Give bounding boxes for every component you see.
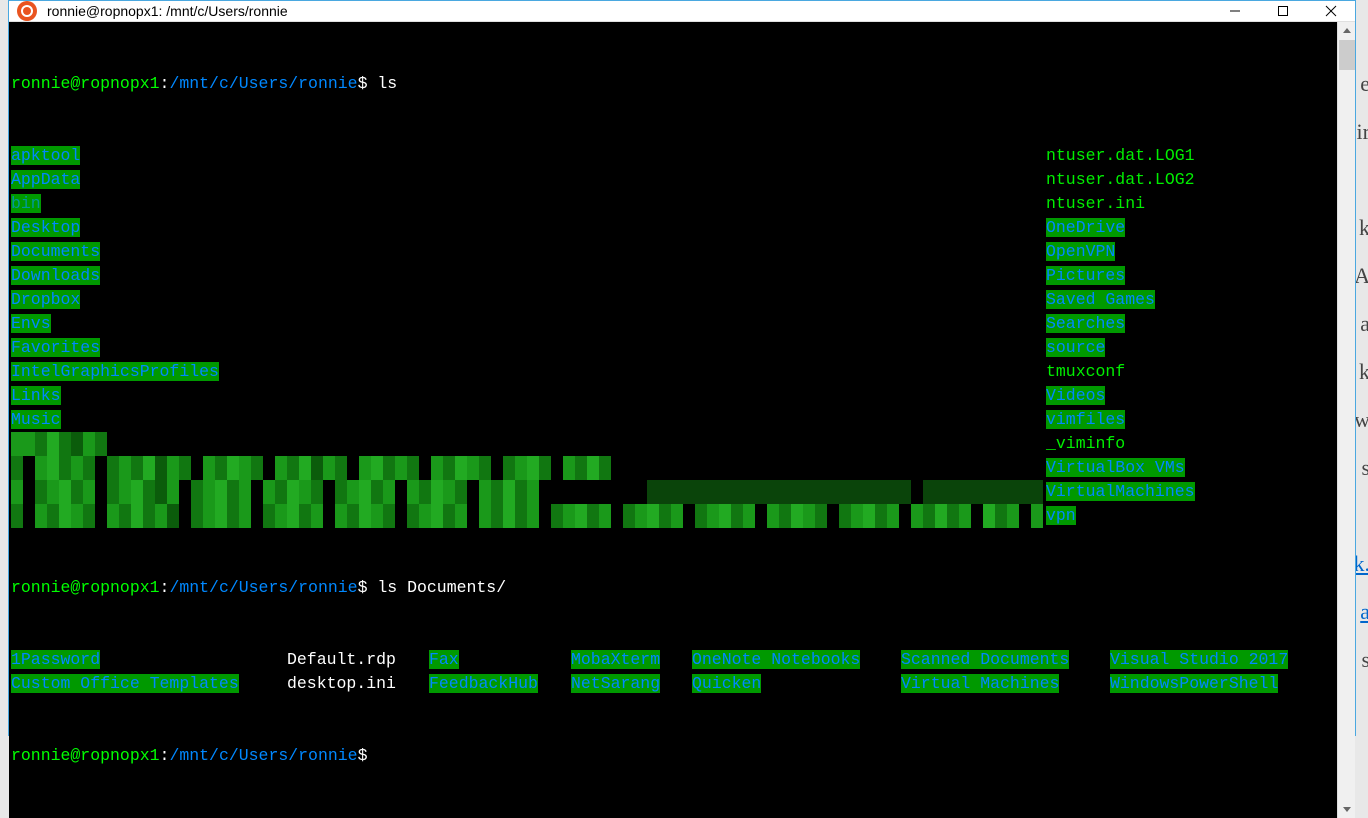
list-item: Virtual Machines xyxy=(901,674,1059,693)
list-item: ntuser.ini xyxy=(1046,194,1145,213)
redacted-row xyxy=(11,432,1046,456)
maximize-button[interactable] xyxy=(1259,1,1307,21)
list-item: Links xyxy=(11,386,61,405)
list-item: apktool xyxy=(11,146,80,165)
list-item: Pictures xyxy=(1046,266,1125,285)
list-item: bin xyxy=(11,194,41,213)
scroll-down-button[interactable] xyxy=(1338,800,1355,818)
terminal-window: ronnie@ropnopx1: /mnt/c/Users/ronnie ron… xyxy=(8,0,1356,736)
list-item: source xyxy=(1046,338,1105,357)
prompt-line-1: ronnie@ropnopx1:/mnt/c/Users/ronnie$ ls xyxy=(11,72,1335,96)
list-item: OneNote Notebooks xyxy=(692,650,860,669)
list-item: Searches xyxy=(1046,314,1125,333)
list-item: VirtualMachines xyxy=(1046,482,1195,501)
list-item: Desktop xyxy=(11,218,80,237)
list-item: NetSarang xyxy=(571,674,660,693)
window-controls xyxy=(1211,1,1355,21)
close-button[interactable] xyxy=(1307,1,1355,21)
prompt-line-3: ronnie@ropnopx1:/mnt/c/Users/ronnie$ xyxy=(11,744,1335,768)
list-item: Documents xyxy=(11,242,100,261)
list-item: FeedbackHub xyxy=(429,674,538,693)
list-item: IntelGraphicsProfiles xyxy=(11,362,219,381)
ls-output: apktool AppData bin Desktop Documents Downloa… xyxy=(11,144,1335,528)
terminal-content[interactable]: ronnie@ropnopx1:/mnt/c/Users/ronnie$ ls … xyxy=(9,22,1337,818)
ubuntu-icon xyxy=(17,1,37,21)
list-item: ntuser.dat.LOG1 xyxy=(1046,146,1195,165)
redacted-row xyxy=(11,480,1046,504)
window-titlebar[interactable]: ronnie@ropnopx1: /mnt/c/Users/ronnie xyxy=(9,1,1355,22)
list-item: OneDrive xyxy=(1046,218,1125,237)
list-item: desktop.ini xyxy=(287,674,396,693)
list-item: Quicken xyxy=(692,674,761,693)
list-item: _viminfo xyxy=(1046,434,1125,453)
list-item: Music xyxy=(11,410,61,429)
terminal-scrollbar[interactable] xyxy=(1337,22,1355,818)
minimize-button[interactable] xyxy=(1211,1,1259,21)
list-item: ntuser.dat.LOG2 xyxy=(1046,170,1195,189)
redacted-row xyxy=(11,504,1046,528)
list-item: Saved Games xyxy=(1046,290,1155,309)
terminal-area[interactable]: ronnie@ropnopx1:/mnt/c/Users/ronnie$ ls … xyxy=(9,22,1355,818)
list-item: vimfiles xyxy=(1046,410,1125,429)
scroll-up-button[interactable] xyxy=(1338,22,1355,40)
list-item: Downloads xyxy=(11,266,100,285)
list-item: Default.rdp xyxy=(287,650,396,669)
ls-documents-output: 1Password Custom Office Templates Default.… xyxy=(11,648,1335,696)
list-item: VirtualBox VMs xyxy=(1046,458,1185,477)
list-item: Dropbox xyxy=(11,290,80,309)
window-title: ronnie@ropnopx1: /mnt/c/Users/ronnie xyxy=(47,3,1211,19)
prompt-line-2: ronnie@ropnopx1:/mnt/c/Users/ronnie$ ls … xyxy=(11,576,1335,600)
list-item: MobaXterm xyxy=(571,650,660,669)
list-item: Custom Office Templates xyxy=(11,674,239,693)
list-item: WindowsPowerShell xyxy=(1110,674,1278,693)
list-item: tmuxconf xyxy=(1046,362,1125,381)
list-item: vpn xyxy=(1046,506,1076,525)
list-item: Fax xyxy=(429,650,459,669)
list-item: OpenVPN xyxy=(1046,242,1115,261)
list-item: Visual Studio 2017 xyxy=(1110,650,1288,669)
list-item: Envs xyxy=(11,314,51,333)
redacted-row xyxy=(11,456,1046,480)
list-item: Videos xyxy=(1046,386,1105,405)
list-item: AppData xyxy=(11,170,80,189)
list-item: Favorites xyxy=(11,338,100,357)
list-item: 1Password xyxy=(11,650,100,669)
list-item: Scanned Documents xyxy=(901,650,1069,669)
scroll-thumb[interactable] xyxy=(1339,40,1355,70)
